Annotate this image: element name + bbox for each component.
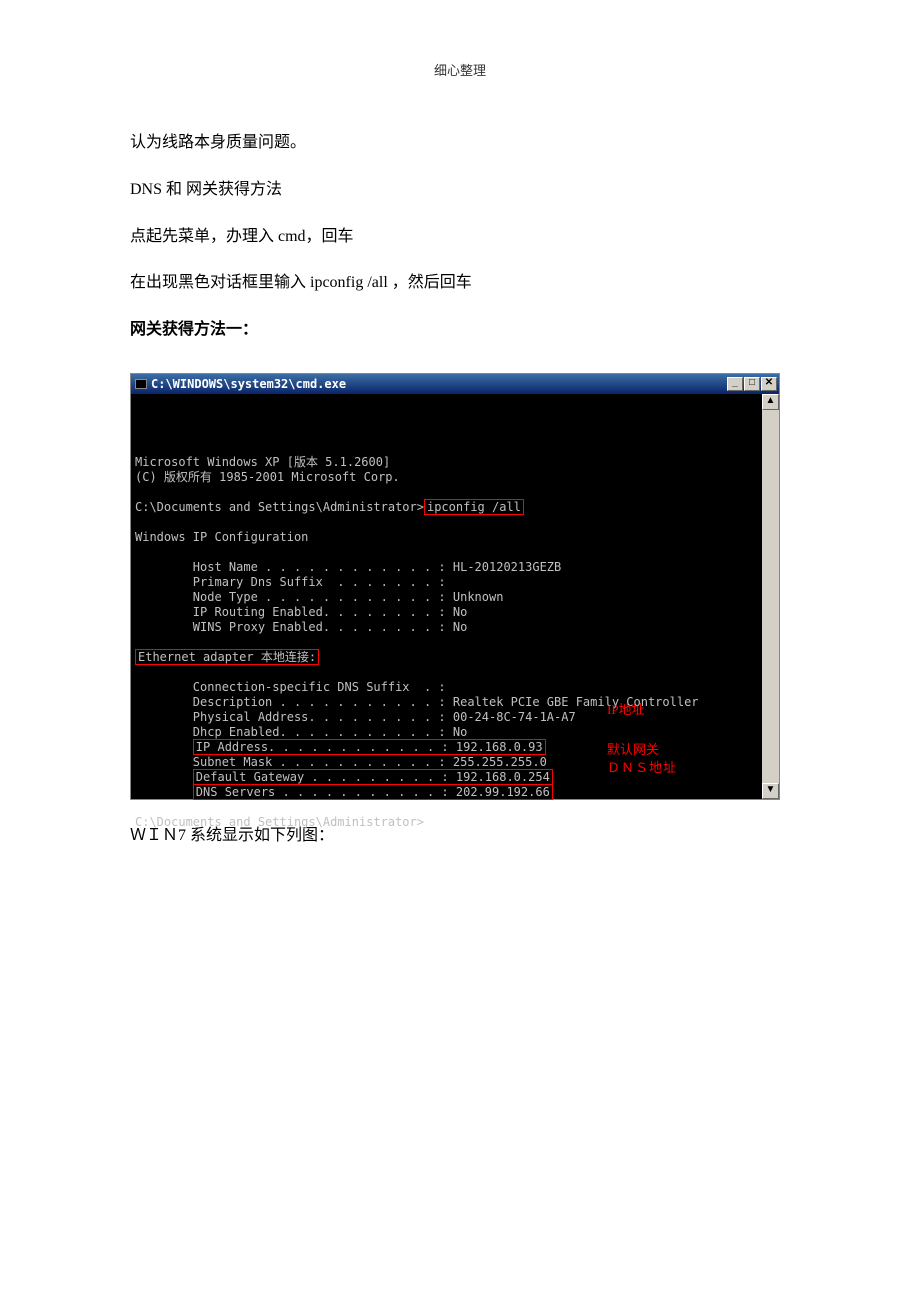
paragraph-3: 点起先菜单，办理入 cmd，回车 [130, 223, 790, 252]
cmd-line-version: Microsoft Windows XP [版本 5.1.2600] [135, 455, 390, 469]
close-button[interactable]: ✕ [761, 377, 777, 391]
cmd-title-text: C:\WINDOWS\system32\cmd.exe [151, 377, 346, 391]
cmd-line-copyright: (C) 版权所有 1985-2001 Microsoft Corp. [135, 470, 400, 484]
cmd-hostname: Host Name . . . . . . . . . . . . : HL-2… [135, 560, 561, 574]
annotation-ip: IP地址 [607, 702, 645, 718]
cmd-content: Microsoft Windows XP [版本 5.1.2600] (C) 版… [135, 440, 775, 890]
annotation-gateway: 默认网关 [607, 742, 659, 758]
cmd-titlebar: C:\WINDOWS\system32\cmd.exe _ □ ✕ [131, 374, 779, 394]
cmd-dhcp: Dhcp Enabled. . . . . . . . . . . : No [135, 725, 467, 739]
cmd-final-prompt: C:\Documents and Settings\Administrator> [135, 815, 424, 829]
heading-method-1: 网关获得方法一： [130, 316, 790, 345]
paragraph-2: DNS 和 网关获得方法 [130, 176, 790, 205]
cmd-subnet: Subnet Mask . . . . . . . . . . . : 255.… [135, 755, 547, 769]
cmd-window: C:\WINDOWS\system32\cmd.exe _ □ ✕ ▲ ▼ Mi… [130, 373, 780, 800]
page-header: 细心整理 [130, 60, 790, 79]
cmd-icon [135, 379, 147, 389]
window-control-buttons: _ □ ✕ [727, 377, 777, 391]
highlight-gateway: Default Gateway . . . . . . . . . : 192.… [193, 769, 553, 785]
highlight-adapter: Ethernet adapter 本地连接: [135, 649, 319, 665]
scroll-up-button[interactable]: ▲ [762, 394, 779, 410]
highlight-dns-servers: DNS Servers . . . . . . . . . . . : 202.… [193, 784, 553, 800]
highlight-ipconfig-cmd: ipconfig /all [424, 499, 524, 515]
annotation-dns: ＤＮＳ地址 [607, 760, 677, 776]
cmd-node-type: Node Type . . . . . . . . . . . . : Unkn… [135, 590, 503, 604]
cmd-section-winip: Windows IP Configuration [135, 530, 308, 544]
cmd-wins-proxy: WINS Proxy Enabled. . . . . . . . : No [135, 620, 467, 634]
cmd-primary-dns: Primary Dns Suffix . . . . . . . : [135, 575, 446, 589]
highlight-ip-address: IP Address. . . . . . . . . . . . : 192.… [193, 739, 546, 755]
maximize-button[interactable]: □ [744, 377, 760, 391]
paragraph-4: 在出现黑色对话框里输入 ipconfig /all ，然后回车 [130, 269, 790, 298]
cmd-ip-routing: IP Routing Enabled. . . . . . . . : No [135, 605, 467, 619]
minimize-button[interactable]: _ [727, 377, 743, 391]
cmd-conn-suffix: Connection-specific DNS Suffix . : [135, 680, 446, 694]
paragraph-1: 认为线路本身质量问题。 [130, 129, 790, 158]
cmd-body: ▲ ▼ Microsoft Windows XP [版本 5.1.2600] (… [131, 394, 779, 799]
cmd-prompt-path: C:\Documents and Settings\Administrator> [135, 500, 424, 514]
cmd-phys-addr: Physical Address. . . . . . . . . : 00-2… [135, 710, 576, 724]
